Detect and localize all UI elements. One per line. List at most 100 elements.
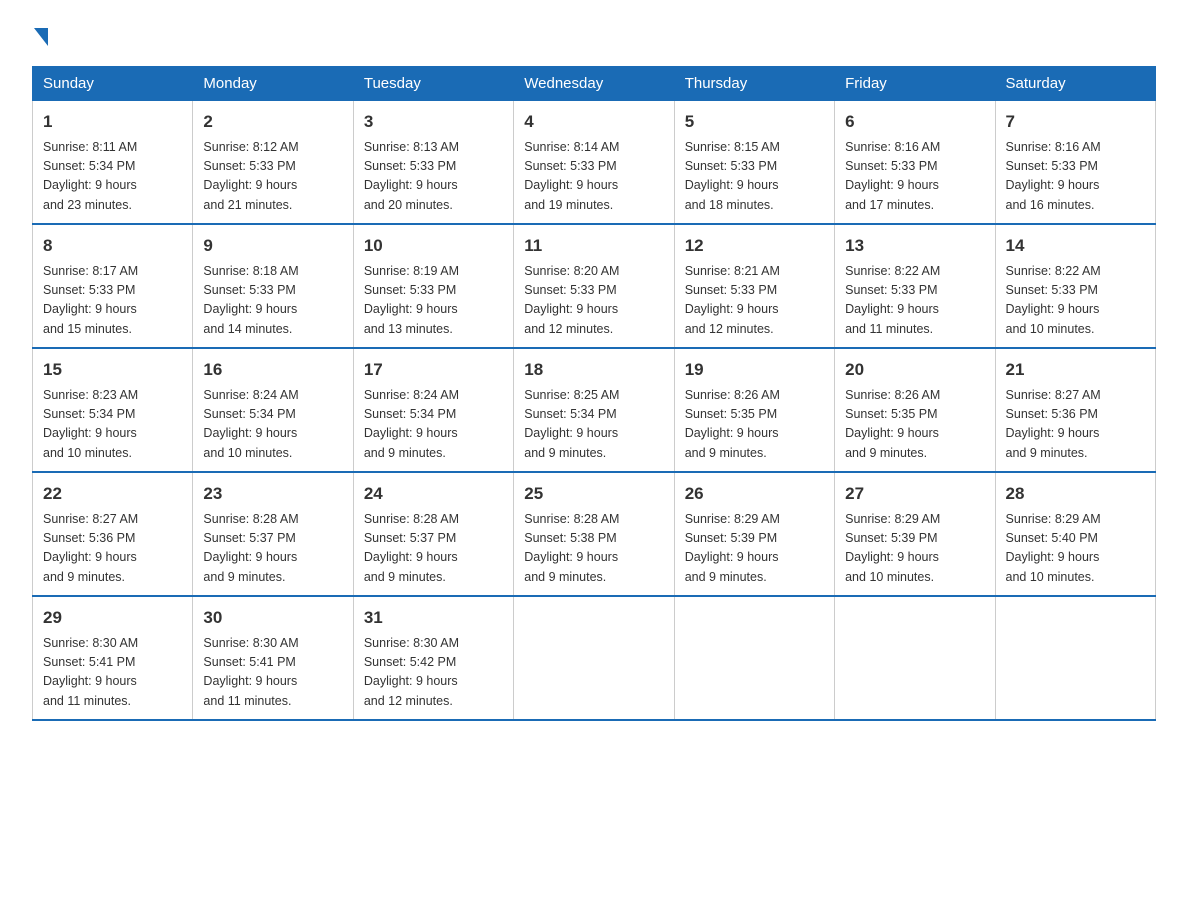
day-number: 28 [1006,481,1145,507]
day-cell: 30Sunrise: 8:30 AMSunset: 5:41 PMDayligh… [193,596,353,720]
day-cell: 20 Sunrise: 8:26 AMSunset: 5:35 PMDayligh… [835,348,995,472]
day-cell: 12 Sunrise: 8:21 AMSunset: 5:33 PMDayligh… [674,224,834,348]
day-cell: 28Sunrise: 8:29 AMSunset: 5:40 PMDayligh… [995,472,1155,596]
day-cell [514,596,674,720]
day-number: 26 [685,481,824,507]
day-number: 23 [203,481,342,507]
day-number: 18 [524,357,663,383]
day-number: 16 [203,357,342,383]
day-info: Sunrise: 8:14 AMSunset: 5:33 PMDaylight:… [524,138,663,216]
day-info: Sunrise: 8:24 AMSunset: 5:34 PMDaylight:… [364,386,503,464]
day-info: Sunrise: 8:28 AMSunset: 5:37 PMDaylight:… [203,510,342,588]
day-info: Sunrise: 8:17 AMSunset: 5:33 PMDaylight:… [43,262,182,340]
day-info: Sunrise: 8:26 AMSunset: 5:35 PMDaylight:… [685,386,824,464]
week-row-1: 1 Sunrise: 8:11 AMSunset: 5:34 PMDaylight… [33,101,1156,225]
day-info: Sunrise: 8:13 AMSunset: 5:33 PMDaylight:… [364,138,503,216]
day-number: 31 [364,605,503,631]
day-number: 17 [364,357,503,383]
header-cell-tuesday: Tuesday [353,67,513,101]
day-info: Sunrise: 8:28 AMSunset: 5:37 PMDaylight:… [364,510,503,588]
day-number: 19 [685,357,824,383]
page-header [32,24,1156,46]
day-cell: 29Sunrise: 8:30 AMSunset: 5:41 PMDayligh… [33,596,193,720]
day-number: 4 [524,109,663,135]
day-cell: 15 Sunrise: 8:23 AMSunset: 5:34 PMDayligh… [33,348,193,472]
header-cell-sunday: Sunday [33,67,193,101]
day-cell: 3 Sunrise: 8:13 AMSunset: 5:33 PMDaylight… [353,101,513,225]
day-cell [995,596,1155,720]
day-number: 15 [43,357,182,383]
day-cell: 8Sunrise: 8:17 AMSunset: 5:33 PMDaylight… [33,224,193,348]
header-cell-saturday: Saturday [995,67,1155,101]
day-number: 2 [203,109,342,135]
day-cell: 4 Sunrise: 8:14 AMSunset: 5:33 PMDaylight… [514,101,674,225]
calendar-header: SundayMondayTuesdayWednesdayThursdayFrid… [33,67,1156,101]
day-cell: 24 Sunrise: 8:28 AMSunset: 5:37 PMDayligh… [353,472,513,596]
day-number: 30 [203,605,342,631]
day-info: Sunrise: 8:11 AMSunset: 5:34 PMDaylight:… [43,138,182,216]
day-cell: 11Sunrise: 8:20 AMSunset: 5:33 PMDayligh… [514,224,674,348]
day-number: 14 [1006,233,1145,259]
day-info: Sunrise: 8:15 AMSunset: 5:33 PMDaylight:… [685,138,824,216]
day-info: Sunrise: 8:19 AMSunset: 5:33 PMDaylight:… [364,262,503,340]
logo [32,24,48,46]
day-number: 20 [845,357,984,383]
day-number: 13 [845,233,984,259]
header-cell-thursday: Thursday [674,67,834,101]
day-info: Sunrise: 8:23 AMSunset: 5:34 PMDaylight:… [43,386,182,464]
day-number: 22 [43,481,182,507]
day-number: 9 [203,233,342,259]
day-info: Sunrise: 8:18 AMSunset: 5:33 PMDaylight:… [203,262,342,340]
header-row: SundayMondayTuesdayWednesdayThursdayFrid… [33,67,1156,101]
day-cell: 7 Sunrise: 8:16 AMSunset: 5:33 PMDaylight… [995,101,1155,225]
day-info: Sunrise: 8:16 AMSunset: 5:33 PMDaylight:… [1006,138,1145,216]
header-cell-monday: Monday [193,67,353,101]
day-cell: 21 Sunrise: 8:27 AMSunset: 5:36 PMDayligh… [995,348,1155,472]
day-cell: 10 Sunrise: 8:19 AMSunset: 5:33 PMDayligh… [353,224,513,348]
day-cell: 17 Sunrise: 8:24 AMSunset: 5:34 PMDayligh… [353,348,513,472]
day-number: 10 [364,233,503,259]
day-info: Sunrise: 8:12 AMSunset: 5:33 PMDaylight:… [203,138,342,216]
day-info: Sunrise: 8:16 AMSunset: 5:33 PMDaylight:… [845,138,984,216]
header-cell-wednesday: Wednesday [514,67,674,101]
day-number: 7 [1006,109,1145,135]
day-cell: 6Sunrise: 8:16 AMSunset: 5:33 PMDaylight… [835,101,995,225]
day-info: Sunrise: 8:30 AMSunset: 5:42 PMDaylight:… [364,634,503,712]
day-cell: 5 Sunrise: 8:15 AMSunset: 5:33 PMDaylight… [674,101,834,225]
day-number: 3 [364,109,503,135]
day-number: 27 [845,481,984,507]
day-cell: 18 Sunrise: 8:25 AMSunset: 5:34 PMDayligh… [514,348,674,472]
calendar-body: 1 Sunrise: 8:11 AMSunset: 5:34 PMDaylight… [33,101,1156,721]
day-number: 24 [364,481,503,507]
day-cell [674,596,834,720]
day-info: Sunrise: 8:25 AMSunset: 5:34 PMDaylight:… [524,386,663,464]
day-info: Sunrise: 8:27 AMSunset: 5:36 PMDaylight:… [1006,386,1145,464]
day-info: Sunrise: 8:24 AMSunset: 5:34 PMDaylight:… [203,386,342,464]
day-cell: 25Sunrise: 8:28 AMSunset: 5:38 PMDayligh… [514,472,674,596]
day-number: 5 [685,109,824,135]
day-cell: 19 Sunrise: 8:26 AMSunset: 5:35 PMDayligh… [674,348,834,472]
day-info: Sunrise: 8:27 AMSunset: 5:36 PMDaylight:… [43,510,182,588]
day-cell: 14 Sunrise: 8:22 AMSunset: 5:33 PMDayligh… [995,224,1155,348]
day-cell: 22 Sunrise: 8:27 AMSunset: 5:36 PMDayligh… [33,472,193,596]
day-cell [835,596,995,720]
day-info: Sunrise: 8:22 AMSunset: 5:33 PMDaylight:… [1006,262,1145,340]
day-cell: 13 Sunrise: 8:22 AMSunset: 5:33 PMDayligh… [835,224,995,348]
day-number: 1 [43,109,182,135]
day-info: Sunrise: 8:21 AMSunset: 5:33 PMDaylight:… [685,262,824,340]
day-info: Sunrise: 8:30 AMSunset: 5:41 PMDaylight:… [43,634,182,712]
week-row-5: 29Sunrise: 8:30 AMSunset: 5:41 PMDayligh… [33,596,1156,720]
day-number: 11 [524,233,663,259]
day-cell: 26 Sunrise: 8:29 AMSunset: 5:39 PMDayligh… [674,472,834,596]
day-cell: 1 Sunrise: 8:11 AMSunset: 5:34 PMDaylight… [33,101,193,225]
day-info: Sunrise: 8:28 AMSunset: 5:38 PMDaylight:… [524,510,663,588]
day-number: 21 [1006,357,1145,383]
day-number: 12 [685,233,824,259]
day-info: Sunrise: 8:26 AMSunset: 5:35 PMDaylight:… [845,386,984,464]
day-cell: 9 Sunrise: 8:18 AMSunset: 5:33 PMDaylight… [193,224,353,348]
header-cell-friday: Friday [835,67,995,101]
day-cell: 16 Sunrise: 8:24 AMSunset: 5:34 PMDayligh… [193,348,353,472]
day-info: Sunrise: 8:29 AMSunset: 5:39 PMDaylight:… [685,510,824,588]
day-info: Sunrise: 8:22 AMSunset: 5:33 PMDaylight:… [845,262,984,340]
week-row-4: 22 Sunrise: 8:27 AMSunset: 5:36 PMDayligh… [33,472,1156,596]
